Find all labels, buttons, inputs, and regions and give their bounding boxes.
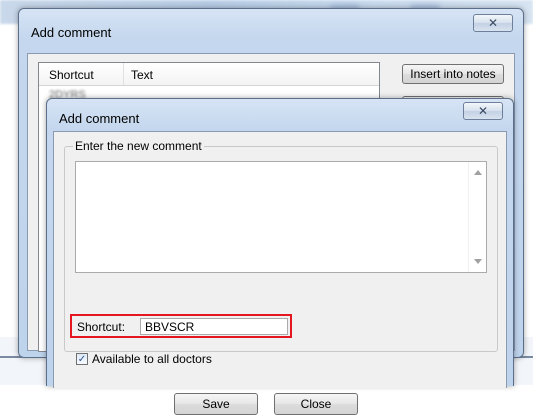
close-icon: ✕: [477, 104, 489, 118]
close-icon: ✕: [487, 16, 499, 30]
list-header: Shortcut Text: [39, 63, 379, 86]
scroll-down-icon[interactable]: [474, 259, 482, 264]
comment-scrollbar[interactable]: [468, 162, 486, 272]
inner-add-comment-dialog: Add comment ✕ Enter the new comment Shor…: [46, 98, 514, 415]
scroll-up-icon[interactable]: [474, 170, 482, 175]
inner-dialog-title: Add comment: [59, 111, 140, 126]
column-separator: [123, 63, 124, 85]
shortcut-highlight-box: Shortcut: BBVSCR: [70, 314, 292, 338]
shortcut-label: Shortcut:: [77, 320, 126, 334]
close-button[interactable]: Close: [274, 393, 358, 415]
group-label: Enter the new comment: [73, 139, 204, 153]
outer-dialog-title: Add comment: [31, 25, 112, 40]
column-header-shortcut[interactable]: Shortcut: [49, 68, 94, 82]
save-button[interactable]: Save: [174, 393, 258, 415]
inner-close-button[interactable]: ✕: [463, 102, 503, 120]
inner-dialog-body: Enter the new comment Shortcut: BBVSCR ✓…: [53, 131, 507, 415]
available-to-all-doctors-row[interactable]: ✓ Available to all doctors: [76, 352, 212, 366]
available-to-all-doctors-label: Available to all doctors: [92, 352, 212, 366]
check-icon: ✓: [77, 353, 87, 365]
column-header-text[interactable]: Text: [131, 68, 153, 82]
outer-close-button[interactable]: ✕: [473, 14, 513, 32]
available-to-all-doctors-checkbox[interactable]: ✓: [76, 353, 88, 365]
insert-into-notes-button[interactable]: Insert into notes: [402, 64, 504, 84]
comment-textarea[interactable]: [75, 161, 487, 273]
shortcut-input[interactable]: BBVSCR: [140, 318, 288, 335]
